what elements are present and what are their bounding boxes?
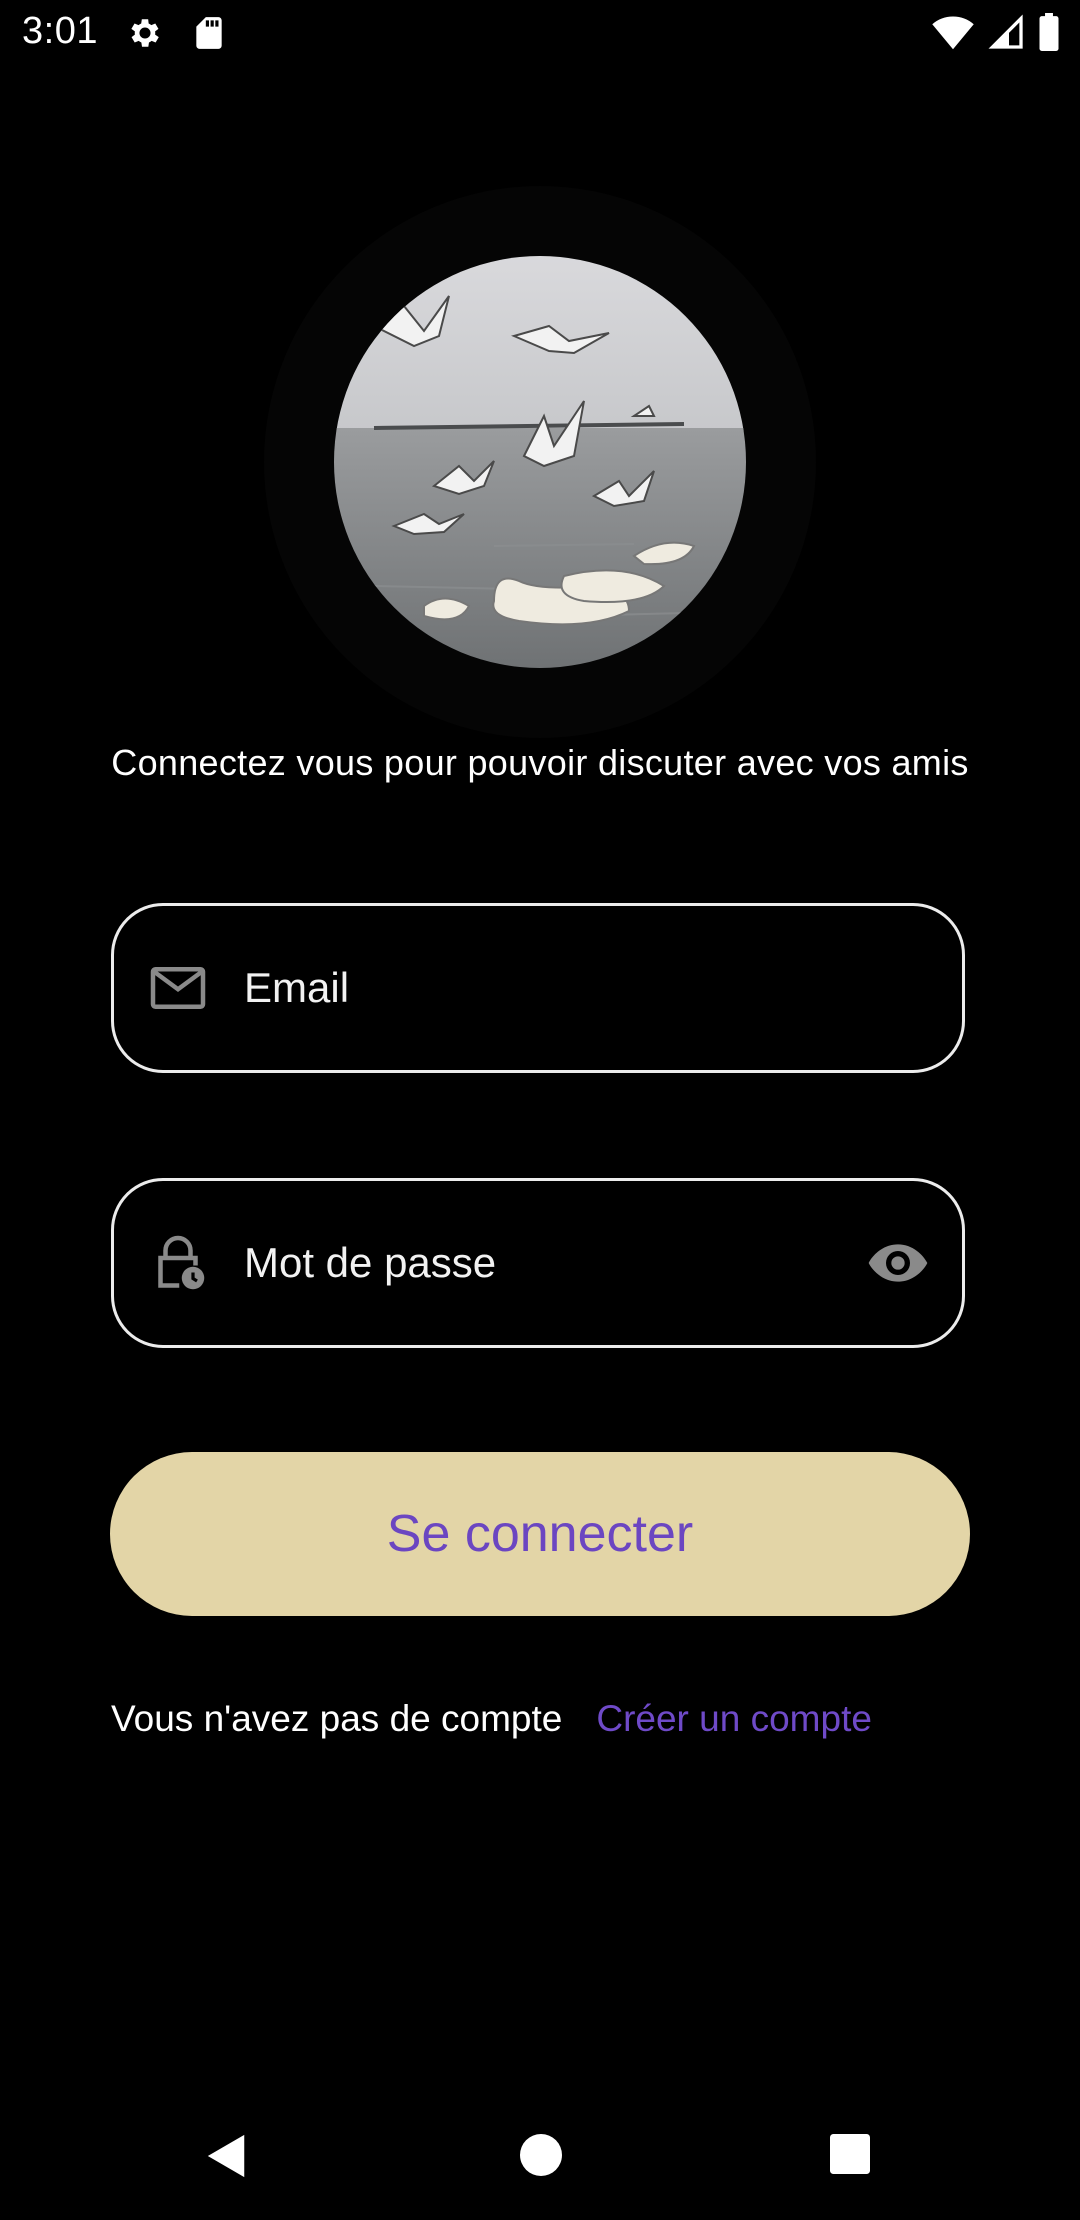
seagulls-photo xyxy=(334,256,746,668)
signup-row: Vous n'avez pas de compte Créer un compt… xyxy=(111,1698,872,1740)
profile-avatar[interactable] xyxy=(334,256,746,668)
status-time: 3:01 xyxy=(22,10,98,52)
sd-card-icon xyxy=(196,17,222,49)
login-subtitle: Connectez vous pour pouvoir discuter ave… xyxy=(111,742,969,783)
battery-icon xyxy=(1039,13,1059,51)
status-bar: 3:01 xyxy=(0,0,1080,66)
home-icon[interactable] xyxy=(520,2134,562,2176)
create-account-link[interactable]: Créer un compte xyxy=(596,1698,872,1740)
navigation-bar xyxy=(0,2088,1080,2220)
back-icon[interactable] xyxy=(204,2132,250,2180)
password-field[interactable] xyxy=(111,1178,965,1348)
mail-icon xyxy=(150,967,206,1009)
lock-clock-icon xyxy=(158,1235,205,1290)
login-button[interactable]: Se connecter xyxy=(110,1452,970,1616)
wifi-icon xyxy=(932,16,974,50)
recents-icon[interactable] xyxy=(830,2134,870,2174)
email-field[interactable] xyxy=(111,903,965,1073)
email-input[interactable] xyxy=(244,906,852,1070)
no-account-text: Vous n'avez pas de compte xyxy=(111,1698,563,1739)
password-input[interactable] xyxy=(244,1181,852,1345)
signal-icon xyxy=(988,14,1023,49)
eye-icon[interactable] xyxy=(866,1231,930,1295)
settings-icon xyxy=(131,19,159,47)
